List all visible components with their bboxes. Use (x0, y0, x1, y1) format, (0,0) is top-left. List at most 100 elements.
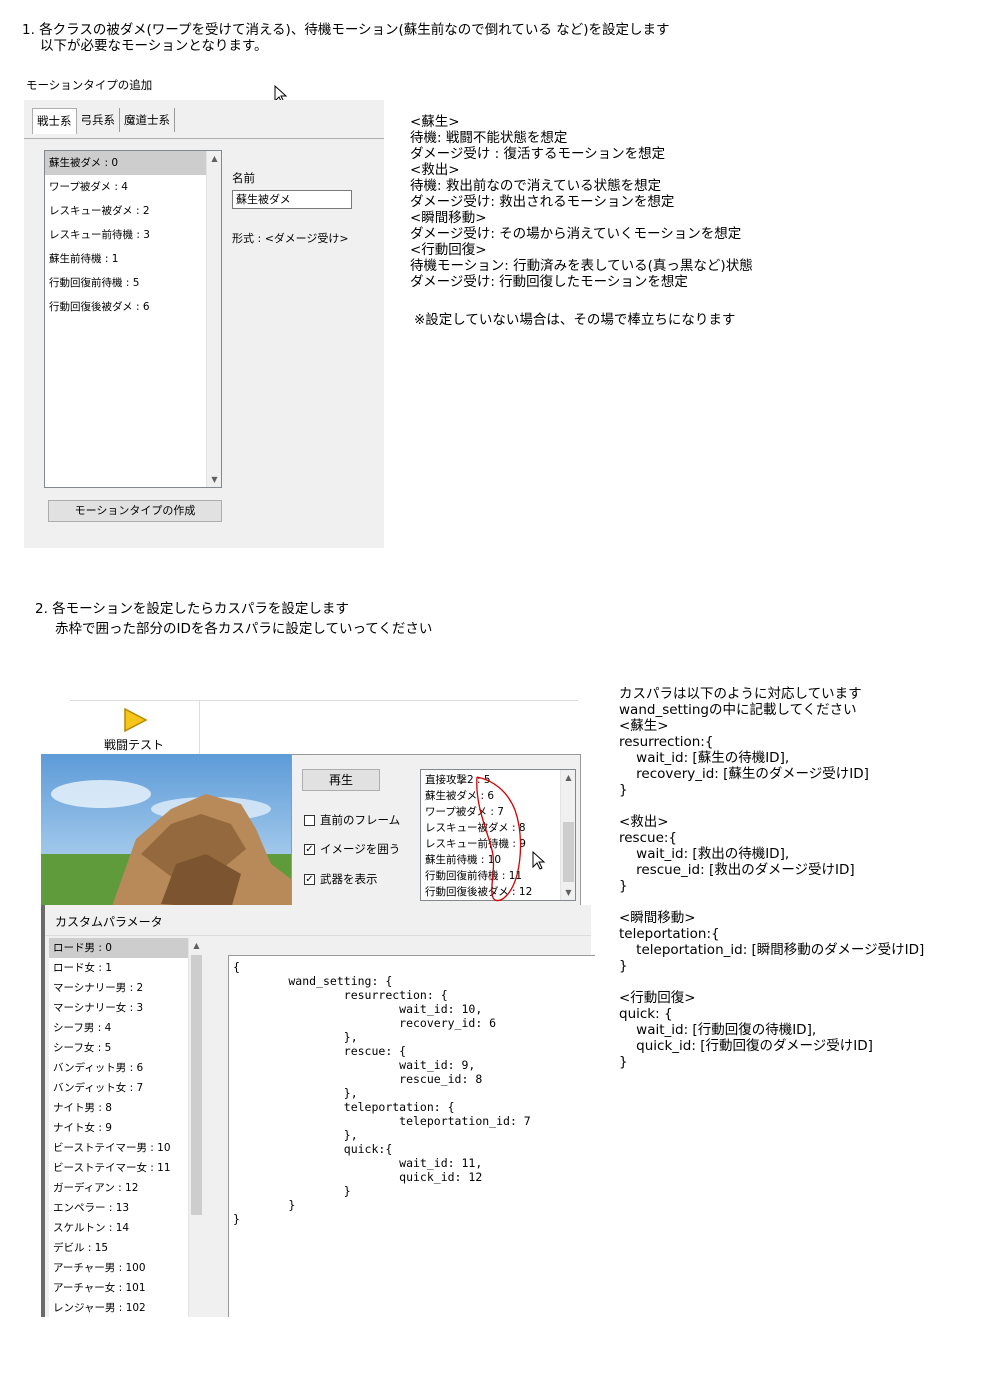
list-scrollbar[interactable]: ▲ ▼ (206, 151, 221, 487)
scroll-up-icon[interactable]: ▲ (207, 151, 222, 166)
list-item[interactable]: エンペラー : 13 (49, 1198, 188, 1218)
note-line: } (619, 1054, 628, 1070)
name-field[interactable]: 蘇生被ダメ (232, 190, 352, 209)
step1-line2: 以下が必要なモーションとなります。 (40, 38, 268, 54)
list-item[interactable]: 行動回復前待機 : 5 (45, 271, 221, 295)
battle-test-label: 戦闘テスト (104, 738, 165, 752)
note-line: } (619, 958, 628, 974)
tab-divider (24, 138, 384, 139)
note-line: <行動回復> (410, 242, 487, 258)
list-item[interactable]: レンジャー男 : 102 (49, 1298, 188, 1317)
note-line: ダメージ受け: 救出されるモーションを想定 (410, 194, 675, 210)
class-tabs: 戦士系 弓兵系 魔道士系 (32, 108, 175, 134)
step2-line2: 赤枠で囲った部分のIDを各カスパラに設定していってください (55, 621, 433, 637)
scroll-up-icon[interactable]: ▲ (561, 770, 576, 785)
list-item[interactable]: ワープ被ダメ : 4 (45, 175, 221, 199)
list-item[interactable]: ロード女 : 1 (49, 958, 188, 978)
note-line: } (619, 782, 628, 798)
list-item[interactable]: スケルトン : 14 (49, 1218, 188, 1238)
note-line: } (619, 878, 628, 894)
motion-control-panel: 再生 直前のフレーム ✓ イメージを囲う ✓ 武器を表示 直接攻撃2 : 5 蘇… (291, 754, 581, 909)
note-line: 待機: 戦闘不能状態を想定 (410, 130, 568, 146)
play-triangle-icon (122, 707, 148, 737)
note-line: rescue_id: [救出のダメージ受けID] (619, 862, 855, 878)
note-line: ダメージ受け : 復活するモーションを想定 (410, 146, 666, 162)
class-list-scrollbar[interactable]: ▲ (188, 938, 203, 1317)
list-item[interactable]: 蘇生被ダメ : 0 (45, 151, 221, 175)
battle-scene-image (41, 754, 291, 909)
notes-footer: ※設定していない場合は、その場で棒立ちになります (414, 312, 736, 328)
list-item[interactable]: ロード男 : 0 (49, 938, 188, 958)
scroll-down-icon[interactable]: ▼ (561, 885, 576, 900)
note-line: <蘇生> (410, 114, 460, 130)
scroll-thumb[interactable] (563, 822, 574, 882)
step1-line1: 1. 各クラスの被ダメ(ワープを受けて消える)、待機モーション(蘇生前なので倒れ… (22, 22, 670, 38)
battle-test-button[interactable]: 戦闘テスト (70, 701, 200, 756)
note-line: wand_settingの中に記載してください (619, 702, 857, 718)
note-line: 待機モーション: 行動済みを表している(真っ黒など)状態 (410, 258, 753, 274)
show-weapon-checkbox[interactable]: ✓ (304, 874, 315, 885)
list-item[interactable]: ナイト男 : 8 (49, 1098, 188, 1118)
note-line: <行動回復> (619, 990, 696, 1006)
scroll-thumb[interactable] (191, 955, 202, 1215)
step2-line1: 2. 各モーションを設定したらカスパラを設定します (35, 601, 349, 617)
list-item[interactable]: アーチャー男 : 100 (49, 1258, 188, 1278)
notes-block-2: カスパラは以下のように対応しています wand_settingの中に記載してくだ… (619, 686, 924, 1070)
list-item[interactable]: シーフ男 : 4 (49, 1018, 188, 1038)
tab-warrior[interactable]: 戦士系 (32, 108, 77, 134)
list-item[interactable]: マーシナリー男 : 2 (49, 978, 188, 998)
prev-frame-checkbox[interactable] (304, 815, 315, 826)
note-line: <救出> (619, 814, 669, 830)
custom-parameter-dialog: カスタムパラメータ ロード男 : 0 ロード女 : 1 マーシナリー男 : 2 … (41, 905, 595, 1317)
list-item[interactable]: 蘇生前待機 : 1 (45, 247, 221, 271)
frame-image-checkbox[interactable]: ✓ (304, 844, 315, 855)
list-item[interactable]: マーシナリー女 : 3 (49, 998, 188, 1018)
mouse-cursor-icon (532, 851, 546, 870)
list-item[interactable]: ビーストテイマー男 : 10 (49, 1138, 188, 1158)
note-line: ダメージ受け: その場から消えていくモーションを想定 (410, 226, 742, 242)
note-line (619, 974, 924, 990)
motion-list-scrollbar[interactable]: ▲ ▼ (560, 770, 575, 900)
scroll-up-icon[interactable]: ▲ (189, 938, 203, 953)
motion-type-list[interactable]: 蘇生被ダメ : 0 ワープ被ダメ : 4 レスキュー被ダメ : 2 レスキュー前… (44, 150, 222, 488)
custom-param-code: { wand_setting: { resurrection: { wait_i… (233, 960, 531, 1226)
red-annotation-loop (476, 776, 522, 902)
list-item[interactable]: ガーディアン : 12 (49, 1178, 188, 1198)
list-item[interactable]: デビル : 15 (49, 1238, 188, 1258)
note-line: <瞬間移動> (410, 210, 487, 226)
note-line: teleportation:{ (619, 926, 720, 942)
list-item[interactable]: レスキュー被ダメ : 2 (45, 199, 221, 223)
motion-type-dialog-title: モーションタイプの追加 (26, 78, 153, 92)
note-line: <蘇生> (619, 718, 669, 734)
note-line: wait_id: [蘇生の待機ID], (619, 750, 790, 766)
note-line: quick: { (619, 1006, 673, 1022)
list-item[interactable]: ナイト女 : 9 (49, 1118, 188, 1138)
note-line: resurrection:{ (619, 734, 714, 750)
motion-type-panel: 戦士系 弓兵系 魔道士系 蘇生被ダメ : 0 ワープ被ダメ : 4 レスキュー被… (24, 100, 384, 548)
frame-image-label: イメージを囲う (320, 842, 401, 856)
list-item[interactable]: バンディット女 : 7 (49, 1078, 188, 1098)
show-weapon-label: 武器を表示 (320, 872, 378, 886)
code-editor[interactable]: { wand_setting: { resurrection: { wait_i… (228, 955, 595, 1317)
prev-frame-label: 直前のフレーム (320, 813, 401, 827)
list-item[interactable]: バンディット男 : 6 (49, 1058, 188, 1078)
note-line: quick_id: [行動回復のダメージ受けID] (619, 1038, 873, 1054)
create-motion-type-button[interactable]: モーションタイプの作成 (48, 500, 222, 522)
list-item[interactable]: 行動回復後被ダメ : 6 (45, 295, 221, 319)
list-item[interactable]: シーフ女 : 5 (49, 1038, 188, 1058)
tab-mage[interactable]: 魔道士系 (120, 108, 175, 132)
note-line: wait_id: [行動回復の待機ID], (619, 1022, 817, 1038)
tab-archer[interactable]: 弓兵系 (77, 108, 120, 132)
class-list[interactable]: ロード男 : 0 ロード女 : 1 マーシナリー男 : 2 マーシナリー女 : … (49, 938, 203, 1317)
name-label: 名前 (232, 171, 255, 185)
scroll-down-icon[interactable]: ▼ (207, 472, 222, 487)
note-line (619, 894, 924, 910)
play-button[interactable]: 再生 (302, 769, 380, 791)
list-item[interactable]: レスキュー前待機 : 3 (45, 223, 221, 247)
list-item[interactable]: ビーストテイマー女 : 11 (49, 1158, 188, 1178)
list-item[interactable]: アーチャー女 : 101 (49, 1278, 188, 1298)
note-line: rescue:{ (619, 830, 678, 846)
note-line: ダメージ受け: 行動回復したモーションを想定 (410, 274, 688, 290)
custom-param-title: カスタムパラメータ (55, 915, 163, 929)
toolbar: 戦闘テスト (70, 700, 578, 756)
